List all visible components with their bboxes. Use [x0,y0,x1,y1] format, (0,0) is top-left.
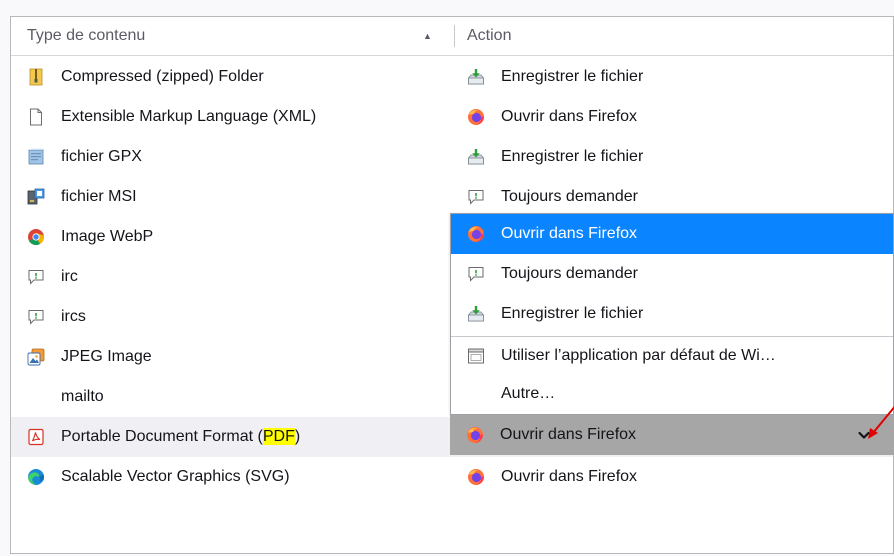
ask-chat-icon [27,308,45,326]
table-row[interactable]: Extensible Markup Language (XML) Ouvrir … [11,97,893,137]
content-type-label: Portable Document Format (PDF) [61,428,301,445]
gpx-file-icon [27,148,45,166]
window-app-icon [467,347,485,365]
content-type-label: fichier MSI [61,188,137,205]
dropdown-option-open-in-firefox[interactable]: Ouvrir dans Firefox [451,214,893,254]
pdf-icon [27,428,45,446]
action-label: Toujours demander [501,188,638,205]
highlighted-text: PDF [262,428,295,445]
content-type-label: Image WebP [61,228,154,245]
action-label: Enregistrer le fichier [501,68,644,85]
action-dropdown-list: Ouvrir dans Firefox Toujours demander En… [450,213,894,415]
sort-ascending-icon[interactable]: ▲ [423,17,432,55]
save-file-icon [467,148,485,166]
dropdown-option-other[interactable]: Autre… [451,374,893,414]
content-type-label: ircs [61,308,86,325]
content-type-label: Compressed (zipped) Folder [61,68,264,85]
blank-file-icon [27,108,45,126]
save-file-icon [467,68,485,86]
column-header-content-type[interactable]: Type de contenu [11,17,452,55]
list-header: Type de contenu ▲ Action [11,17,893,56]
firefox-icon [466,426,484,444]
firefox-icon [467,108,485,126]
content-type-label: Scalable Vector Graphics (SVG) [61,468,290,485]
content-type-label: mailto [61,388,104,405]
chevron-down-icon[interactable] [856,427,872,443]
table-row[interactable]: fichier MSI Toujours demander [11,177,893,217]
chrome-icon [27,228,45,246]
content-type-label: fichier GPX [61,148,142,165]
edge-icon [27,468,45,486]
image-viewer-icon [27,348,45,366]
zip-folder-icon [27,68,45,86]
action-label: Ouvrir dans Firefox [501,108,638,125]
dropdown-option-use-system-default[interactable]: Utiliser l’application par défaut de Wi… [451,336,893,376]
table-row[interactable]: Compressed (zipped) Folder Enregistrer l… [11,57,893,97]
firefox-icon [467,468,485,486]
table-row[interactable]: fichier GPX Enregistrer le fichier [11,137,893,177]
dropdown-option-always-ask[interactable]: Toujours demander [451,254,893,294]
content-type-label: Extensible Markup Language (XML) [61,108,317,125]
ask-chat-icon [467,188,485,206]
dropdown-option-save-file[interactable]: Enregistrer le fichier [451,294,893,334]
applications-list: Type de contenu ▲ Action Compressed (zip… [10,16,894,554]
column-header-action[interactable]: Action [467,17,511,55]
content-type-label: JPEG Image [61,348,152,365]
ask-chat-icon [467,265,485,283]
firefox-icon [467,225,485,243]
table-row[interactable]: Scalable Vector Graphics (SVG) Ouvrir da… [11,457,893,497]
action-label: Enregistrer le fichier [501,148,644,165]
action-label: Ouvrir dans Firefox [501,468,638,485]
content-type-label: irc [61,268,78,285]
ask-chat-icon [27,268,45,286]
column-divider[interactable] [454,25,455,47]
msi-installer-icon [27,188,45,206]
action-select-pdf[interactable]: Ouvrir dans Firefox [450,415,894,455]
save-file-icon [467,305,485,323]
